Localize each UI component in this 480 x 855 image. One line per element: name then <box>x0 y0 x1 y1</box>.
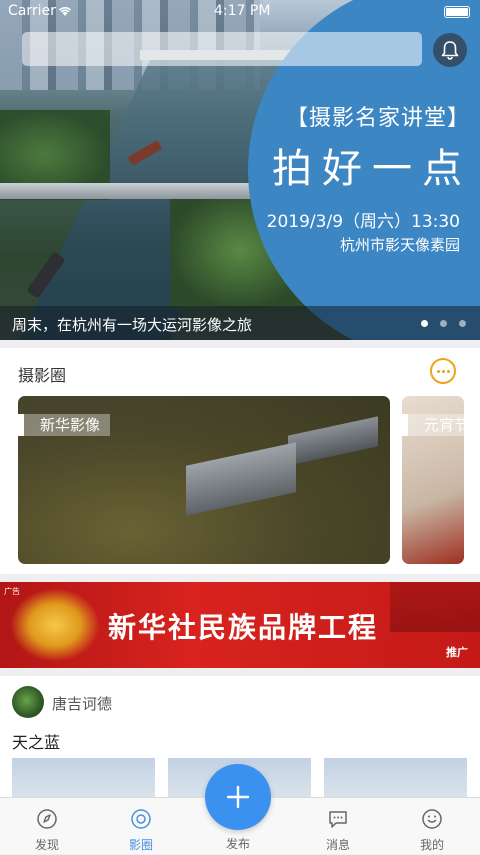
discover-icon <box>37 809 57 829</box>
bell-icon <box>441 41 459 60</box>
carousel-dot[interactable] <box>459 320 466 327</box>
promo-headline: 拍好一点 <box>272 146 472 192</box>
ad-title: 新华社民族品牌工程 <box>108 611 379 644</box>
promo-venue: 杭州市影天像素园 <box>339 236 460 254</box>
tab-label: 发布 <box>225 837 250 851</box>
carousel-dots[interactable] <box>421 320 466 327</box>
ad-tag: 广告 <box>4 587 20 596</box>
battery-icon <box>444 6 470 18</box>
photo-circle-section: 摄影圈 新华影像 元宵节 <box>0 348 480 574</box>
message-icon <box>329 811 347 828</box>
status-bar: Carrier 4:17 PM <box>0 0 480 24</box>
plus-icon <box>226 785 250 809</box>
post-author[interactable]: 唐吉诃德 <box>52 693 112 714</box>
ad-banner[interactable]: 广告 新华社民族品牌工程 推广 <box>0 582 480 668</box>
avatar[interactable] <box>12 686 44 718</box>
tab-label: 发现 <box>34 838 59 852</box>
tab-label: 我的 <box>419 838 444 852</box>
post-title: 天之蓝 <box>12 733 61 752</box>
more-icon <box>436 369 440 373</box>
ad-promo-label: 推广 <box>446 646 468 659</box>
notification-button[interactable] <box>433 33 467 67</box>
circle-card[interactable]: 元宵节 <box>402 396 464 564</box>
wifi-icon <box>58 7 72 16</box>
tab-discover[interactable]: 发现 <box>12 798 82 855</box>
promo-date: 2019/3/9（周六）13:30 <box>266 212 460 232</box>
tab-profile[interactable]: 我的 <box>397 798 467 855</box>
card-label: 元宵节 <box>402 414 464 436</box>
publish-button[interactable] <box>205 764 271 830</box>
dragon-logo <box>10 588 100 662</box>
section-title: 摄影圈 <box>18 366 67 385</box>
tab-label: 影圈 <box>128 838 153 852</box>
banner-caption: 周末，在杭州有一场大运河影像之旅 <box>12 316 253 334</box>
circle-card[interactable]: 新华影像 <box>18 396 390 564</box>
carrier-label: Carrier <box>8 3 56 19</box>
tab-messages[interactable]: 消息 <box>303 798 373 855</box>
tab-label: 消息 <box>325 838 350 852</box>
promo-title: 【摄影名家讲堂】 <box>285 106 470 131</box>
tab-circle[interactable]: 影圈 <box>106 798 176 855</box>
banner-caption-bar: 周末，在杭州有一场大运河影像之旅 <box>0 306 480 340</box>
card-label: 新华影像 <box>18 414 111 436</box>
card-photo-building <box>186 442 296 516</box>
circle-icon <box>131 809 151 829</box>
carousel-dot[interactable] <box>421 320 428 327</box>
carousel-dot[interactable] <box>440 320 447 327</box>
more-button[interactable] <box>430 358 456 384</box>
profile-icon <box>422 809 442 829</box>
status-time: 4:17 PM <box>214 3 271 19</box>
search-input[interactable] <box>22 32 422 66</box>
